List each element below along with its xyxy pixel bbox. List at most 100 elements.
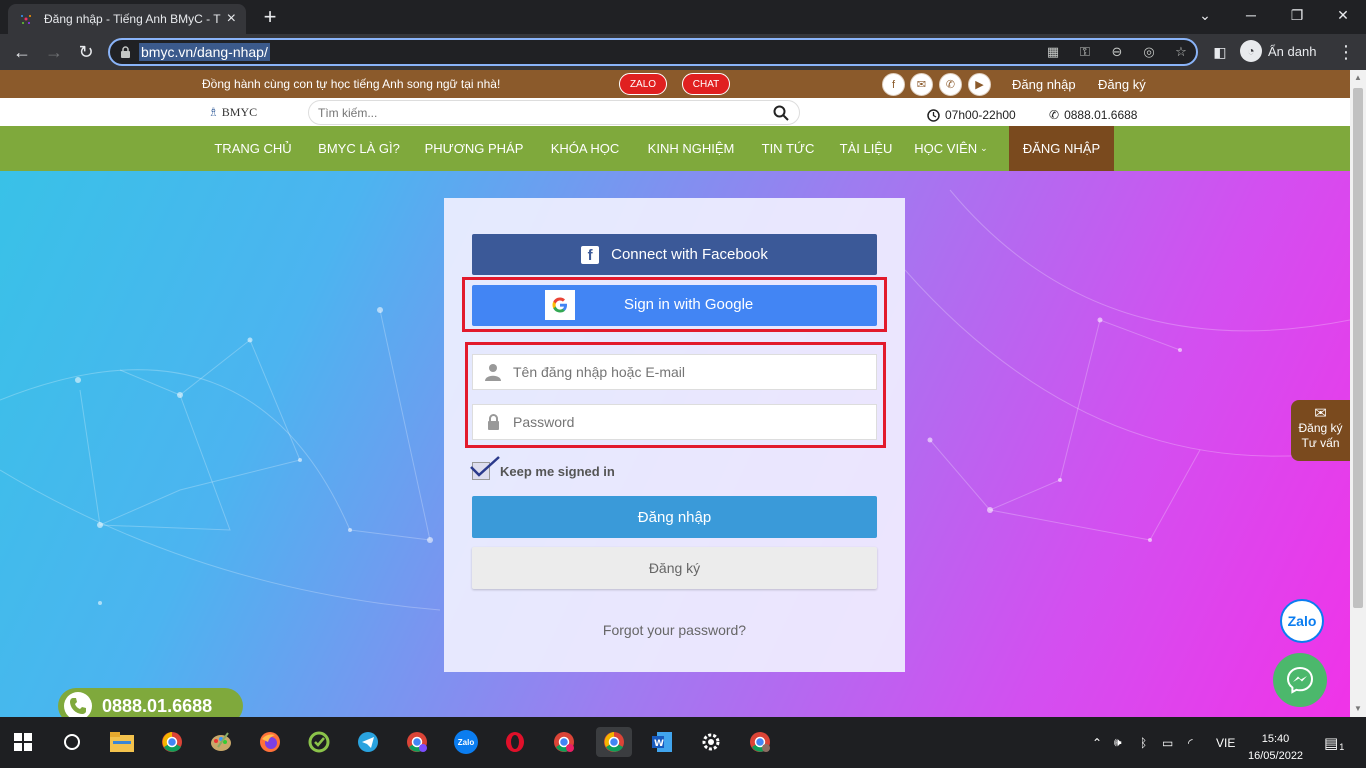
back-icon[interactable]: ← xyxy=(10,40,34,64)
system-clock[interactable]: 15:40 16/05/2022 xyxy=(1248,731,1303,765)
top-register-link[interactable]: Đăng ký xyxy=(1098,77,1146,92)
zoom-icon[interactable]: ⊖ xyxy=(1108,44,1126,60)
hotline-button[interactable]: 0888.01.6688 xyxy=(58,688,243,717)
email-icon[interactable]: ✉ xyxy=(910,73,933,96)
password-field[interactable] xyxy=(513,414,863,430)
chrome-profile-3-icon[interactable] xyxy=(745,727,775,757)
incognito-profile-button[interactable]: ◔ Ẩn danh xyxy=(1240,40,1316,62)
wifi-icon[interactable]: ◜ xyxy=(1188,717,1193,768)
nav-item-experience[interactable]: KINH NGHIỆM xyxy=(636,126,746,171)
phone-text: 0888.01.6688 xyxy=(1064,108,1138,122)
consult-tab-line1: Đăng ký xyxy=(1298,421,1343,435)
language-indicator[interactable]: VIE xyxy=(1216,717,1235,768)
qr-code-icon[interactable]: ▦ xyxy=(1044,44,1062,60)
page-scrollbar[interactable]: ▲ ▼ xyxy=(1350,70,1366,717)
keep-signed-in-checkbox[interactable] xyxy=(470,456,500,480)
file-explorer-icon[interactable] xyxy=(107,727,137,757)
site-search xyxy=(308,100,800,125)
nav-item-documents[interactable]: TÀI LIỆU xyxy=(828,126,904,171)
facebook-icon[interactable]: f xyxy=(882,73,905,96)
google-signin-label: Sign in with Google xyxy=(624,296,754,313)
volume-icon[interactable]: 🕪 xyxy=(1114,717,1122,768)
windows-start-icon[interactable] xyxy=(8,727,38,757)
chrome-profile-2-icon[interactable] xyxy=(549,727,579,757)
chrome-active-icon[interactable] xyxy=(596,727,632,757)
forgot-password-link[interactable]: Forgot your password? xyxy=(444,622,905,638)
scroll-thumb[interactable] xyxy=(1353,88,1363,608)
keep-signed-in-label: Keep me signed in xyxy=(500,463,615,479)
browser-tabstrip: Đăng nhập - Tiếng Anh BMyC - T × + ⌄ ─ ❐… xyxy=(0,0,1366,34)
settings-gear-icon[interactable] xyxy=(696,727,726,757)
username-field[interactable] xyxy=(513,364,863,380)
web-page: Đồng hành cùng con tự học tiếng Anh song… xyxy=(0,70,1350,717)
register-button[interactable]: Đăng ký xyxy=(472,547,877,589)
scroll-up-icon[interactable]: ▲ xyxy=(1354,73,1362,82)
address-bar[interactable]: bmyc.vn/dang-nhap/ ▦ ⚿ ⊖ ◎ ☆ xyxy=(108,38,1198,66)
phone-icon[interactable]: ✆ xyxy=(939,73,962,96)
search-circle-icon[interactable] xyxy=(57,727,87,757)
chrome-profile-icon[interactable] xyxy=(402,727,432,757)
paint-app-icon[interactable] xyxy=(206,727,236,757)
logo-icon: ♗ xyxy=(208,105,219,119)
nav-item-login[interactable]: ĐĂNG NHẬP xyxy=(1009,126,1114,171)
word-icon[interactable]: W xyxy=(647,727,677,757)
hours-text: 07h00-22h00 xyxy=(945,108,1016,122)
ccleaner-icon[interactable] xyxy=(304,727,334,757)
zalo-app-label: Zalo xyxy=(454,730,478,754)
restore-icon[interactable]: ❐ xyxy=(1274,0,1320,30)
search-input[interactable] xyxy=(318,105,758,120)
site-logo[interactable]: ♗ BMYC xyxy=(208,105,257,120)
consult-register-tab[interactable]: ✉ Đăng ký Tư vấn xyxy=(1291,400,1350,461)
new-tab-button[interactable]: + xyxy=(258,6,282,30)
close-window-icon[interactable]: ✕ xyxy=(1320,0,1366,30)
youtube-icon[interactable]: ▶ xyxy=(968,73,991,96)
checkmark-icon xyxy=(470,456,500,477)
messenger-button[interactable] xyxy=(1273,653,1327,707)
battery-icon[interactable]: ▭ xyxy=(1162,717,1173,768)
nav-item-students-label: HỌC VIÊN xyxy=(914,141,978,156)
key-icon[interactable]: ⚿ xyxy=(1076,44,1094,60)
opera-icon[interactable] xyxy=(500,727,530,757)
nav-item-students[interactable]: HỌC VIÊN ⌄ xyxy=(906,126,996,171)
notification-center-icon[interactable]: ▤ 1 xyxy=(1324,717,1344,768)
forward-icon[interactable]: → xyxy=(42,40,66,64)
bluetooth-icon[interactable]: ᛒ xyxy=(1140,717,1147,768)
tray-chevron-icon[interactable]: ⌃ xyxy=(1092,717,1102,768)
top-login-link[interactable]: Đăng nhập xyxy=(1012,77,1076,92)
chat-pill-button[interactable]: CHAT xyxy=(682,73,730,95)
chrome-icon[interactable] xyxy=(157,727,187,757)
close-tab-icon[interactable]: × xyxy=(227,10,236,28)
phone-icon: ✆ xyxy=(1049,108,1060,122)
nav-item-home[interactable]: TRANG CHỦ xyxy=(202,126,304,171)
reload-icon[interactable]: ↻ xyxy=(74,40,98,64)
eye-off-icon[interactable]: ◎ xyxy=(1140,44,1158,60)
login-submit-button[interactable]: Đăng nhập xyxy=(472,496,877,538)
nav-item-news[interactable]: TIN TỨC xyxy=(750,126,826,171)
telegram-icon[interactable] xyxy=(353,727,383,757)
browser-tab[interactable]: Đăng nhập - Tiếng Anh BMyC - T × xyxy=(8,4,246,34)
nav-item-courses[interactable]: KHÓA HỌC xyxy=(537,126,633,171)
facebook-login-button[interactable]: f Connect with Facebook xyxy=(472,234,877,275)
phone-icon xyxy=(64,692,92,717)
google-icon xyxy=(545,290,575,320)
menu-icon[interactable]: ⋮ xyxy=(1334,40,1358,64)
firefox-icon[interactable] xyxy=(255,727,285,757)
consult-tab-line2: Tư vấn xyxy=(1301,436,1340,450)
header-phone[interactable]: ✆ 0888.01.6688 xyxy=(1049,108,1137,122)
minimize-icon[interactable]: ─ xyxy=(1228,0,1274,30)
windows-taskbar: Zalo W ⌃ 🕪 ᛒ ▭ ◜ VIE 15:40 16/05/2022 ▤ … xyxy=(0,717,1366,768)
bookmark-star-icon[interactable]: ☆ xyxy=(1172,44,1190,60)
search-icon[interactable] xyxy=(773,105,789,121)
google-signin-button[interactable]: Sign in with Google xyxy=(472,285,877,326)
zalo-chat-button[interactable]: Zalo xyxy=(1280,599,1324,643)
nav-item-method[interactable]: PHƯƠNG PHÁP xyxy=(414,126,534,171)
main-navigation: TRANG CHỦ BMYC LÀ GÌ? PHƯƠNG PHÁP KHÓA H… xyxy=(0,126,1350,171)
tab-search-icon[interactable]: ⌄ xyxy=(1182,0,1228,30)
side-panel-icon[interactable]: ◧ xyxy=(1208,40,1232,64)
login-card: f Connect with Facebook Sign in with Goo… xyxy=(444,198,905,672)
nav-item-about[interactable]: BMYC LÀ GÌ? xyxy=(306,126,412,171)
zalo-pill-button[interactable]: ZALO xyxy=(619,73,667,95)
scroll-down-icon[interactable]: ▼ xyxy=(1354,704,1362,713)
password-field-wrapper xyxy=(472,404,877,440)
zalo-app-icon[interactable]: Zalo xyxy=(451,727,481,757)
